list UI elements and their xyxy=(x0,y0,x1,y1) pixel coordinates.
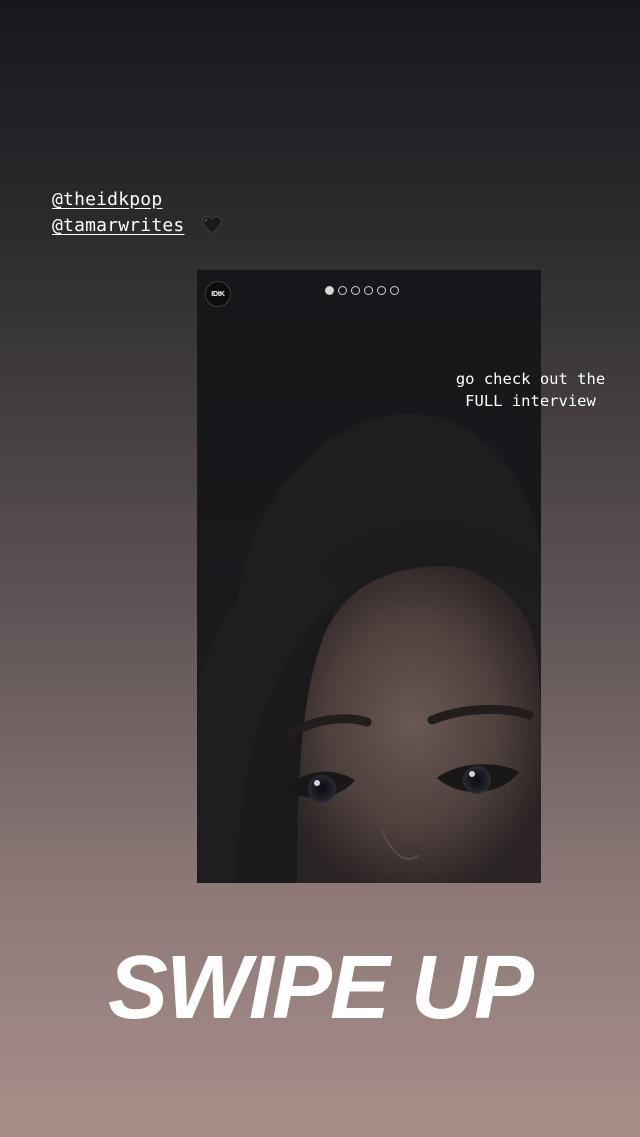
post-photo xyxy=(197,270,541,883)
carousel-dot xyxy=(377,286,386,295)
carousel-dot xyxy=(338,286,347,295)
callout-line: go check out the xyxy=(455,370,606,388)
callout-line: FULL interview xyxy=(465,392,596,410)
black-heart-icon xyxy=(202,216,223,234)
carousel-dot xyxy=(351,286,360,295)
carousel-dot xyxy=(325,286,334,295)
mention-stickers: @theidkpop @tamarwrites xyxy=(52,186,312,238)
mention-theidkpop[interactable]: @theidkpop xyxy=(52,186,312,212)
shared-post-card[interactable]: IDtK xyxy=(197,270,541,883)
mention-handle[interactable]: @tamarwrites xyxy=(52,215,184,236)
swipe-up-cta[interactable]: SWIPE UP xyxy=(0,938,640,1038)
carousel-indicator xyxy=(325,286,399,295)
carousel-dot xyxy=(390,286,399,295)
callout-text: go check out the FULL interview xyxy=(428,368,633,412)
idk-logo[interactable]: IDtK xyxy=(205,281,231,307)
carousel-dot xyxy=(364,286,373,295)
mention-tamarwrites[interactable]: @tamarwrites xyxy=(52,212,312,238)
mention-handle[interactable]: @theidkpop xyxy=(52,189,162,210)
